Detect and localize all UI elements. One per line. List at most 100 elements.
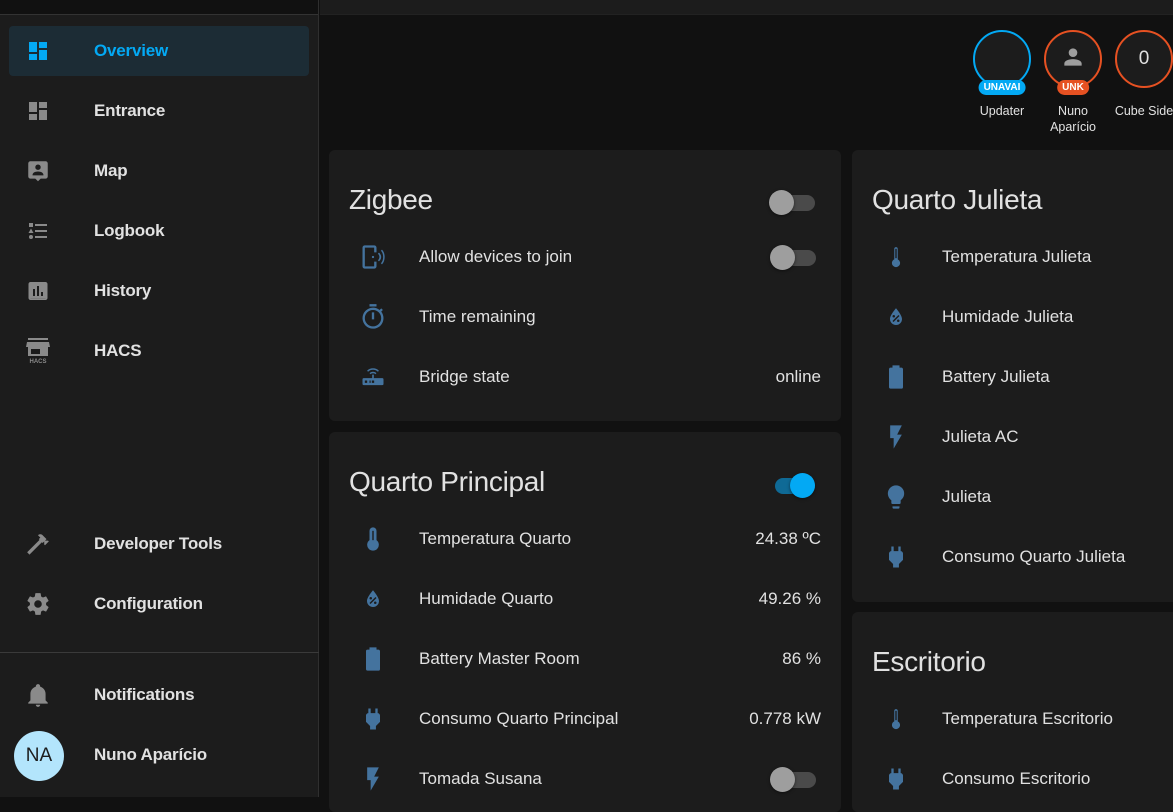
badge-person[interactable]: UNK Nuno Aparício	[1043, 30, 1103, 135]
sidebar-item-history[interactable]: History	[9, 266, 309, 316]
badge-state-label: UNAVAI	[978, 80, 1026, 95]
header-toggle[interactable]	[769, 471, 815, 498]
sidebar-item-label: Overview	[94, 41, 169, 60]
bell-icon	[25, 682, 51, 708]
entity-name: Consumo Quarto Principal	[419, 709, 619, 728]
view-dashboard-icon	[25, 38, 51, 64]
entity-toggle[interactable]	[770, 243, 816, 270]
battery-icon	[359, 645, 387, 673]
entity-name: Consumo Escritorio	[942, 769, 1091, 788]
entity-name: Julieta	[942, 487, 992, 506]
svg-text:HACS: HACS	[29, 359, 46, 365]
account-icon	[1060, 44, 1086, 70]
lightbulb-icon	[882, 483, 910, 511]
sidebar-item-label: Entrance	[94, 101, 166, 120]
sidebar-item-label: History	[94, 281, 152, 300]
entity-name: Time remaining	[419, 307, 536, 326]
badge-name: Updater	[979, 104, 1025, 118]
sidebar-item-logbook[interactable]: Logbook	[9, 206, 309, 256]
hammer-icon	[25, 531, 51, 557]
chart-box-icon	[25, 278, 51, 304]
entity-name: Consumo Quarto Julieta	[942, 547, 1126, 566]
entity-state: 49.26 %	[758, 589, 821, 608]
card-escritorio: Escritorio Temperatura Escritorio Consum…	[852, 612, 1173, 812]
router-wireless-icon	[359, 363, 387, 391]
account-box-marker-icon	[25, 158, 51, 184]
entity-state: online	[775, 367, 821, 386]
water-percent-icon	[359, 585, 387, 613]
hacs-store-icon: HACS	[25, 338, 51, 365]
power-plug-icon	[882, 765, 910, 793]
sidebar: Overview Entrance Map Logbook History HA…	[0, 0, 319, 797]
card-title: Zigbee	[349, 184, 433, 215]
sidebar-item-profile[interactable]: Nuno Aparício	[9, 730, 309, 780]
entity-row[interactable]: Battery Julieta	[852, 357, 1173, 397]
entity-row[interactable]: Humidade Julieta	[852, 297, 1173, 337]
thermometer-icon	[882, 705, 910, 733]
card-title: Quarto Julieta	[872, 184, 1043, 215]
sidebar-divider	[0, 652, 319, 653]
entity-row[interactable]: Temperatura Quarto 24.38 ºC	[329, 519, 841, 559]
cog-icon	[25, 591, 51, 617]
sidebar-item-hacs[interactable]: HACS HACS	[9, 326, 309, 376]
sidebar-item-map[interactable]: Map	[9, 146, 309, 196]
badge-name: Nuno Aparício	[1050, 104, 1096, 134]
entity-row[interactable]: Consumo Quarto Principal 0.778 kW	[329, 699, 841, 739]
badge-circle: UNAVAI	[973, 30, 1031, 95]
entity-row[interactable]: Julieta	[852, 477, 1173, 517]
sidebar-item-configuration[interactable]: Configuration	[9, 579, 309, 629]
entity-row[interactable]: Julieta AC	[852, 417, 1173, 457]
flash-icon	[882, 423, 910, 451]
battery-icon	[882, 363, 910, 391]
card-title: Quarto Principal	[349, 466, 545, 497]
entity-row[interactable]: Consumo Quarto Julieta	[852, 537, 1173, 577]
entity-row[interactable]: Battery Master Room 86 %	[329, 639, 841, 679]
entity-name: Bridge state	[419, 367, 510, 386]
entity-name: Allow devices to join	[419, 247, 573, 266]
card-quarto-principal: Quarto Principal Temperatura Quarto 24.3…	[329, 432, 841, 812]
sidebar-item-label: Configuration	[94, 594, 203, 613]
card-quarto-julieta: Quarto Julieta Temperatura Julieta Humid…	[852, 150, 1173, 602]
sidebar-item-label: Nuno Aparício	[94, 745, 207, 764]
entity-row[interactable]: Temperatura Julieta	[852, 237, 1173, 277]
badge-state-label: UNK	[1057, 80, 1089, 95]
sidebar-header	[0, 0, 318, 15]
badge-updater[interactable]: UNAVAI Updater	[972, 30, 1032, 119]
header-toggle[interactable]	[769, 188, 815, 215]
entity-name: Temperatura Escritorio	[942, 709, 1114, 728]
entity-row[interactable]: Consumo Escritorio	[852, 759, 1173, 799]
view-dashboard-icon	[25, 98, 51, 124]
entity-toggle[interactable]	[770, 765, 816, 792]
entity-row[interactable]: Allow devices to join	[329, 237, 841, 277]
sidebar-item-label: Logbook	[94, 221, 165, 240]
toolbar	[320, 0, 1173, 15]
sidebar-item-label: HACS	[94, 341, 142, 360]
sidebar-item-overview[interactable]: Overview	[9, 26, 309, 76]
sidebar-item-label: Developer Tools	[94, 534, 222, 553]
entity-name: Temperatura Julieta	[942, 247, 1092, 266]
entity-state: 0.778 kW	[749, 709, 821, 728]
cellphone-wireless-icon	[359, 243, 387, 271]
water-percent-icon	[882, 303, 910, 331]
badge-cube-side[interactable]: 0 Cube Side	[1114, 30, 1173, 119]
entity-row[interactable]: Humidade Quarto 49.26 %	[329, 579, 841, 619]
entity-state: 86 %	[782, 649, 821, 668]
flash-icon	[359, 765, 387, 793]
entity-row[interactable]: Temperatura Escritorio	[852, 699, 1173, 739]
power-plug-icon	[882, 543, 910, 571]
thermometer-icon	[882, 243, 910, 271]
badge-value: 0	[1138, 48, 1150, 69]
entity-name: Humidade Quarto	[419, 589, 554, 608]
sidebar-item-entrance[interactable]: Entrance	[9, 86, 309, 136]
entity-row[interactable]: Time remaining	[329, 297, 841, 337]
thermometer-icon	[359, 525, 387, 553]
sidebar-item-notifications[interactable]: Notifications	[9, 670, 309, 720]
entity-name: Tomada Susana	[419, 769, 542, 788]
sidebar-item-developer-tools[interactable]: Developer Tools	[9, 519, 309, 569]
entity-state: 24.38 ºC	[755, 529, 821, 548]
entity-row[interactable]: Tomada Susana	[329, 759, 841, 799]
sidebar-item-label: Map	[94, 161, 128, 180]
entity-row[interactable]: Bridge state online	[329, 357, 841, 397]
format-list-bulleted-type-icon	[25, 218, 51, 244]
timer-icon	[359, 303, 387, 331]
